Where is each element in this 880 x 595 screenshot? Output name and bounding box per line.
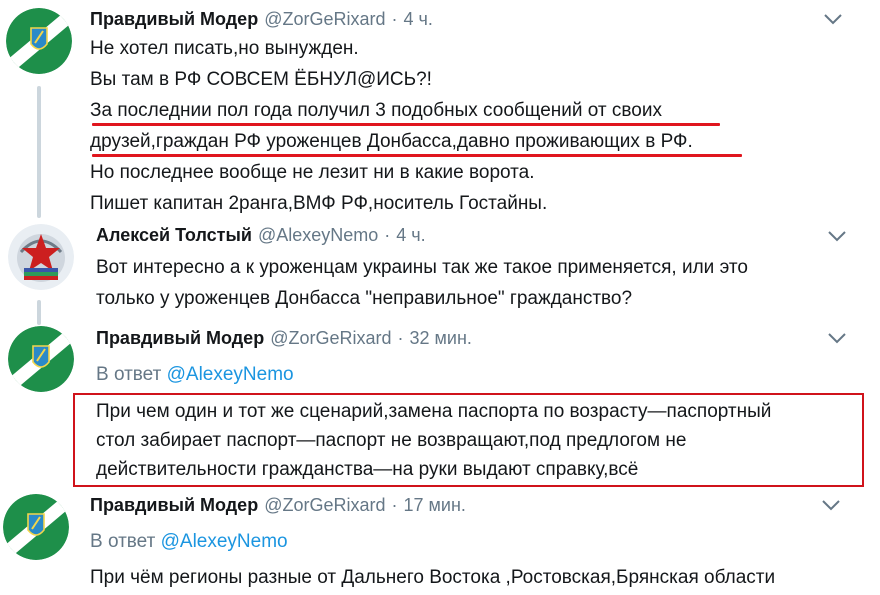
tweet-line: Вот интересно а к уроженцам украины так … xyxy=(96,257,748,278)
tweet-header: Правдивый Модер @ZorGeRixard · 32 мин. xyxy=(96,327,472,349)
green-emblem-avatar-icon xyxy=(6,8,72,74)
reply-mention-link[interactable]: @AlexeyNemo xyxy=(161,531,288,552)
thread-line xyxy=(37,86,41,218)
author-name[interactable]: Правдивый Модер xyxy=(90,9,258,29)
red-underline xyxy=(92,123,720,126)
star-emblem-avatar-icon xyxy=(8,224,74,290)
tweet-time[interactable]: 32 мин. xyxy=(410,328,472,348)
tweet-line: Не хотел писать,но вынужден. xyxy=(90,38,359,59)
tweet-line: При чём регионы разные от Дальнего Восто… xyxy=(90,567,776,588)
tweet-time[interactable]: 4 ч. xyxy=(396,225,425,245)
reply-mention-link[interactable]: @AlexeyNemo xyxy=(167,364,294,385)
tweet-line: действительности гражданства—на руки выд… xyxy=(96,459,639,480)
avatar[interactable] xyxy=(6,8,72,74)
author-handle[interactable]: @ZorGeRixard xyxy=(264,9,385,29)
chevron-down-icon[interactable] xyxy=(826,330,848,346)
tweet-header: Правдивый Модер @ZorGeRixard · 17 мин. xyxy=(90,494,466,516)
author-handle[interactable]: @ZorGeRixard xyxy=(264,495,385,515)
chevron-down-icon[interactable] xyxy=(822,11,844,27)
tweet-text: Вот интересно а к уроженцам украины так … xyxy=(96,252,748,314)
tweet-line: За последнии пол года получил 3 подобных… xyxy=(90,100,662,121)
separator-dot: · xyxy=(384,225,391,245)
tweet-time[interactable]: 4 ч. xyxy=(404,9,433,29)
red-underline xyxy=(92,154,742,157)
green-emblem-avatar-icon xyxy=(8,326,74,392)
tweet-line: Пишет капитан 2ранга,ВМФ РФ,носитель Гос… xyxy=(90,193,548,214)
tweet-line: только у уроженцев Донбасса "неправильно… xyxy=(96,288,633,309)
reply-prefix: В ответ xyxy=(90,531,156,552)
tweet-header: Правдивый Модер @ZorGeRixard · 4 ч. xyxy=(90,8,433,30)
tweet-line: При чем один и тот же сценарий,замена па… xyxy=(96,401,772,422)
reply-context: В ответ @AlexeyNemo xyxy=(96,364,294,386)
tweet-text: Не хотел писать,но вынужден. Вы там в РФ… xyxy=(90,33,693,219)
tweet-line: Вы там в РФ СОВСЕМ ЁБНУЛ@ИСЬ?! xyxy=(90,69,432,90)
separator-dot: · xyxy=(397,328,404,348)
author-name[interactable]: Правдивый Модер xyxy=(90,495,258,515)
tweet-line: друзей,граждан РФ уроженцев Донбасса,дав… xyxy=(90,131,693,152)
separator-dot: · xyxy=(391,9,398,29)
tweet-line: стол забирает паспорт—паспорт не возвращ… xyxy=(96,430,687,451)
separator-dot: · xyxy=(391,495,398,515)
tweet-text: При чём регионы разные от Дальнего Восто… xyxy=(90,562,775,593)
author-name[interactable]: Алексей Толстый xyxy=(96,225,252,245)
chevron-down-icon[interactable] xyxy=(826,228,848,244)
author-handle[interactable]: @ZorGeRixard xyxy=(270,328,391,348)
tweet-line: Но последнее вообще не лезит ни в какие … xyxy=(90,162,535,183)
tweet-header: Алексей Толстый @AlexeyNemo · 4 ч. xyxy=(96,224,426,246)
tweet-time[interactable]: 17 мин. xyxy=(404,495,466,515)
avatar[interactable] xyxy=(8,224,74,290)
chevron-down-icon[interactable] xyxy=(820,497,842,513)
reply-context: В ответ @AlexeyNemo xyxy=(90,531,288,553)
thread-line xyxy=(37,300,41,325)
avatar[interactable] xyxy=(8,326,74,392)
author-handle[interactable]: @AlexeyNemo xyxy=(258,225,378,245)
reply-prefix: В ответ xyxy=(96,364,162,385)
avatar[interactable] xyxy=(3,494,69,560)
author-name[interactable]: Правдивый Модер xyxy=(96,328,264,348)
tweet-text: При чем один и тот же сценарий,замена па… xyxy=(96,397,771,484)
green-emblem-avatar-icon xyxy=(3,494,69,560)
